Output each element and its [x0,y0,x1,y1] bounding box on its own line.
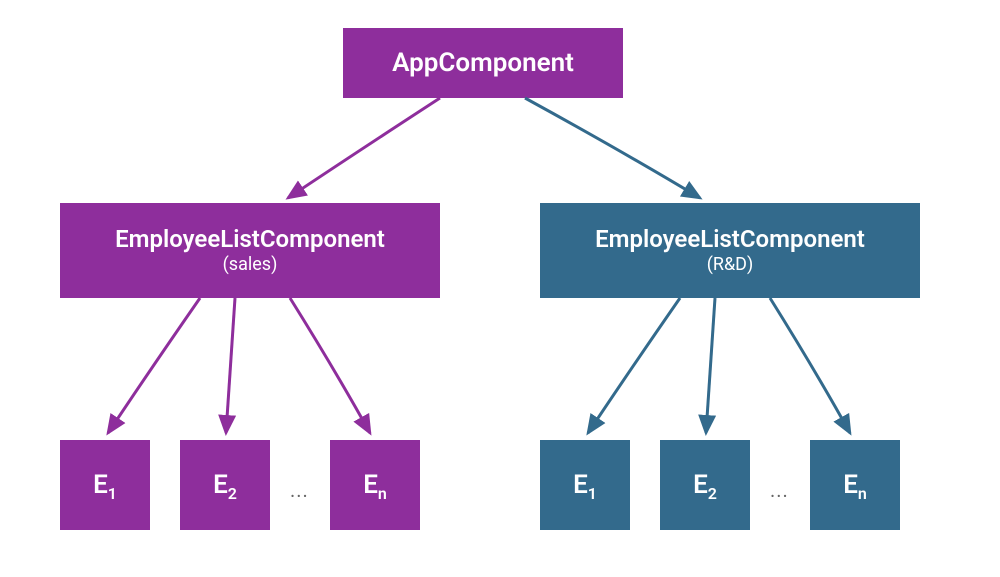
rnd-ellipsis: ... [770,478,789,502]
rnd-e1-label: E1 [573,470,597,500]
sales-e2-node: E2 [180,440,270,530]
sales-e1-node: E1 [60,440,150,530]
app-component-node: AppComponent [343,28,623,98]
sales-ellipsis: ... [290,478,309,502]
edge-sales-to-e1 [108,298,200,433]
edge-app-to-sales [288,98,440,198]
rnd-en-node: En [810,440,900,530]
employee-list-rnd-title: EmployeeListComponent [595,226,865,252]
employee-list-sales-subtitle: (sales) [223,254,278,275]
edge-sales-to-e2 [226,298,235,433]
employee-list-sales-title: EmployeeListComponent [115,226,385,252]
employee-list-rnd-node: EmployeeListComponent (R&D) [540,203,920,298]
edge-rnd-to-en [770,298,850,433]
sales-e2-label: E2 [213,470,237,500]
app-component-label: AppComponent [392,48,574,78]
rnd-e2-label: E2 [693,470,717,500]
edge-sales-to-en [290,298,370,433]
rnd-en-label: En [843,470,867,500]
edge-app-to-rnd [525,98,700,198]
edge-rnd-to-e2 [706,298,715,433]
employee-list-rnd-subtitle: (R&D) [707,254,754,275]
rnd-e1-node: E1 [540,440,630,530]
employee-list-sales-node: EmployeeListComponent (sales) [60,203,440,298]
rnd-e2-node: E2 [660,440,750,530]
sales-e1-label: E1 [93,470,117,500]
sales-en-node: En [330,440,420,530]
edge-rnd-to-e1 [588,298,680,433]
sales-en-label: En [363,470,387,500]
